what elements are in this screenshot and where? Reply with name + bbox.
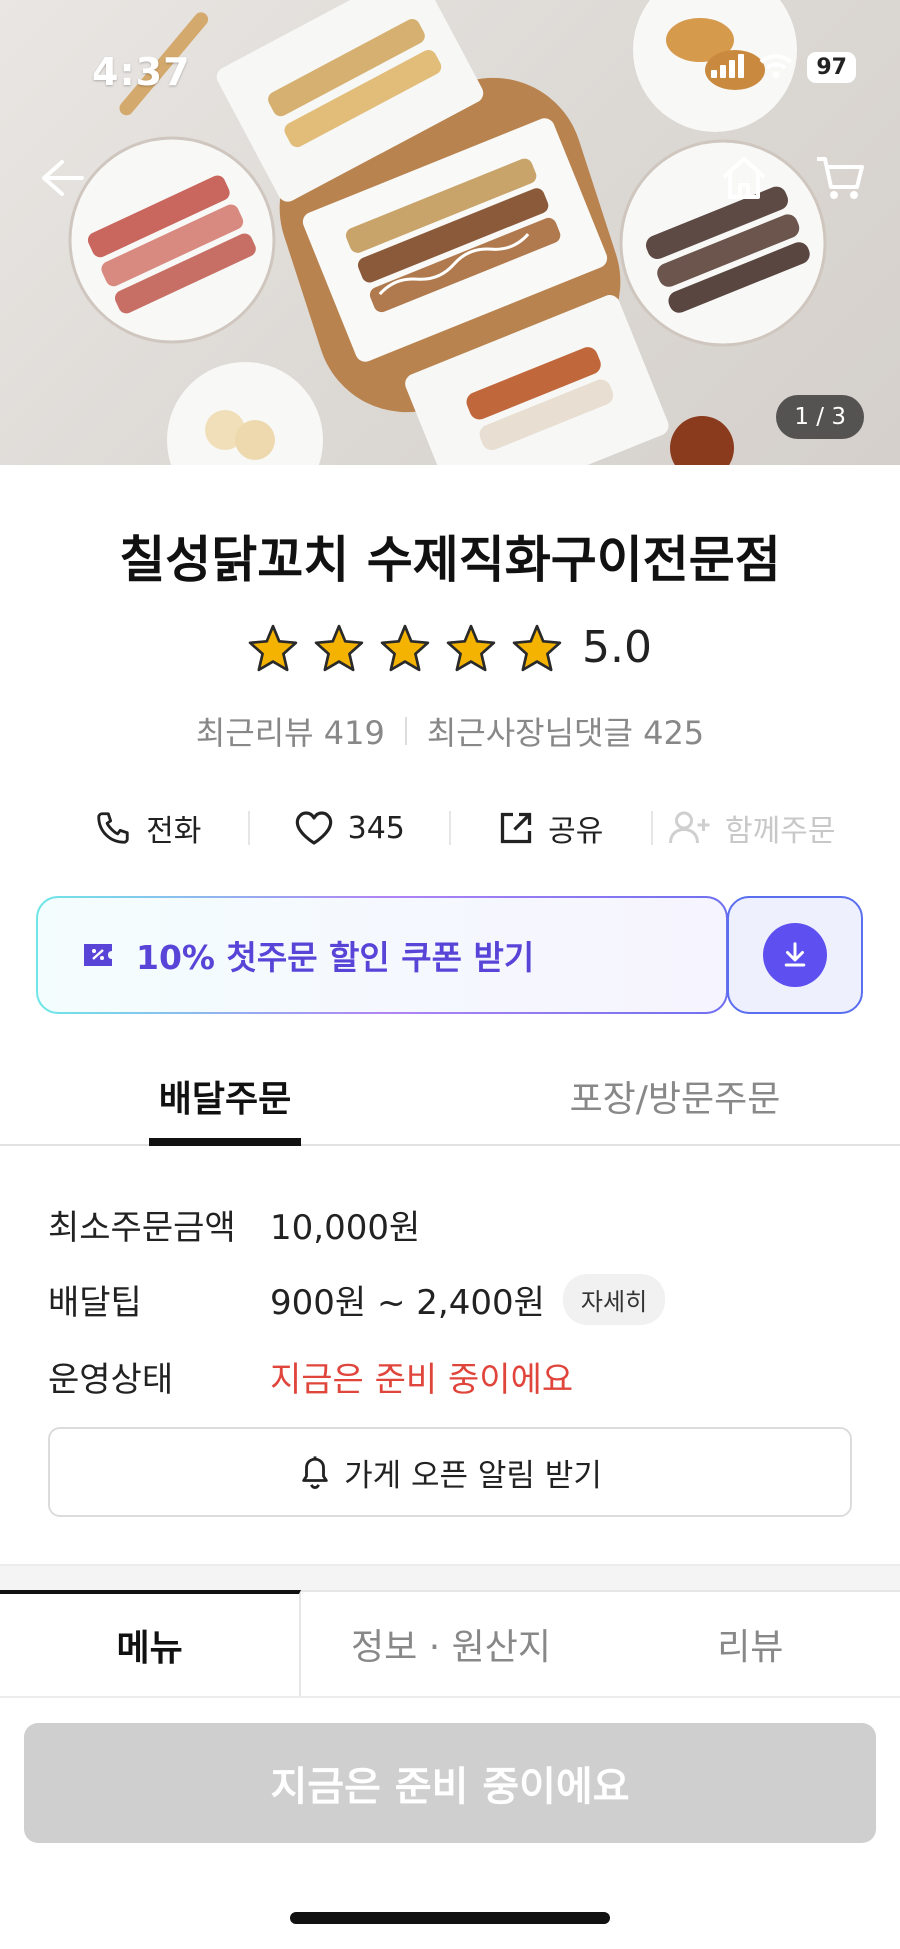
home-icon <box>722 157 766 199</box>
coupon-download-button[interactable] <box>727 896 863 1014</box>
back-arrow-icon <box>42 160 84 196</box>
status-icons: 97 <box>711 52 856 83</box>
star-rating <box>248 624 562 672</box>
favorite-count: 345 <box>347 810 405 846</box>
tab-menu[interactable]: 메뉴 <box>0 1590 302 1696</box>
home-indicator <box>290 1912 610 1924</box>
star-icon <box>380 624 430 671</box>
store-rating[interactable]: 5.0 <box>0 622 900 673</box>
tab-pickup[interactable]: 포장/방문주문 <box>450 1060 900 1144</box>
rating-score: 5.0 <box>582 622 652 673</box>
carousel-page-indicator: 1 / 3 <box>776 395 864 439</box>
bell-icon <box>302 1456 328 1490</box>
min-order-label: 최소주문금액 <box>48 1208 236 1248</box>
divider <box>404 717 407 745</box>
star-icon <box>446 624 496 671</box>
min-order-value: 10,000원 <box>270 1208 421 1248</box>
battery-indicator: 97 <box>807 52 856 83</box>
share-button[interactable]: 공유 <box>451 806 651 850</box>
store-name: 칠성닭꼬치 수제직화구이전문점 <box>119 531 781 589</box>
back-button[interactable] <box>34 150 90 206</box>
store-content-tabs: 메뉴 정보 · 원산지 리뷰 <box>0 1590 900 1698</box>
status-time: 4:37 <box>92 50 191 94</box>
star-icon <box>314 624 364 671</box>
tab-info-origin[interactable]: 정보 · 원산지 <box>301 1590 601 1696</box>
favorite-button[interactable]: 345 <box>250 809 450 847</box>
store-actions: 전화 345 공유 함께주문 <box>48 800 852 856</box>
share-label: 공유 <box>548 814 604 849</box>
cart-button[interactable] <box>812 150 868 206</box>
status-value: 지금은 준비 중이에요 <box>270 1360 574 1400</box>
coupon-banner[interactable]: 10% 첫주문 할인 쿠폰 받기 <box>36 896 728 1014</box>
star-icon <box>512 624 562 671</box>
min-order-row: 최소주문금액 10,000원 <box>48 1200 420 1249</box>
phone-icon <box>97 812 129 844</box>
order-cta-button[interactable]: 지금은 준비 중이에요 <box>24 1723 876 1843</box>
delivery-tip-value: 900원 ~ 2,400원 <box>270 1283 545 1323</box>
status-row: 운영상태 지금은 준비 중이에요 <box>48 1352 573 1401</box>
tab-reviews[interactable]: 리뷰 <box>600 1590 900 1696</box>
heart-icon <box>295 811 332 845</box>
recent-reviews-count[interactable]: 최근리뷰 419 <box>196 708 385 754</box>
owner-replies-count[interactable]: 최근사장님댓글 425 <box>427 708 704 754</box>
call-button[interactable]: 전화 <box>48 806 248 850</box>
delivery-tip-detail-button[interactable]: 자세히 <box>562 1274 666 1325</box>
star-icon <box>248 624 298 671</box>
wifi-icon <box>759 53 793 83</box>
tab-delivery[interactable]: 배달주문 <box>0 1060 450 1144</box>
download-icon <box>784 942 806 967</box>
coupon-label: 10% 첫주문 할인 쿠폰 받기 <box>136 938 535 977</box>
open-notification-label: 가게 오픈 알림 받기 <box>344 1457 602 1494</box>
delivery-tip-row: 배달팁 900원 ~ 2,400원 자세히 <box>48 1274 666 1325</box>
status-label: 운영상태 <box>48 1360 174 1400</box>
call-label: 전화 <box>146 814 202 849</box>
home-button[interactable] <box>716 150 772 206</box>
review-stats[interactable]: 최근리뷰 419 최근사장님댓글 425 <box>0 708 900 754</box>
group-order-button[interactable]: 함께주문 <box>653 806 853 850</box>
signal-icon <box>711 53 745 82</box>
cart-icon <box>817 157 864 199</box>
coupon-icon <box>84 944 112 966</box>
order-type-tabs: 배달주문 포장/방문주문 <box>0 1060 900 1146</box>
delivery-tip-label: 배달팁 <box>48 1283 142 1323</box>
hero-image-carousel[interactable]: 4:37 97 1 / 3 <box>0 0 900 465</box>
section-divider <box>0 1564 900 1590</box>
add-person-icon <box>669 811 710 844</box>
share-icon <box>500 812 532 844</box>
open-notification-button[interactable]: 가게 오픈 알림 받기 <box>48 1427 852 1517</box>
group-order-label: 함께주문 <box>725 814 836 849</box>
